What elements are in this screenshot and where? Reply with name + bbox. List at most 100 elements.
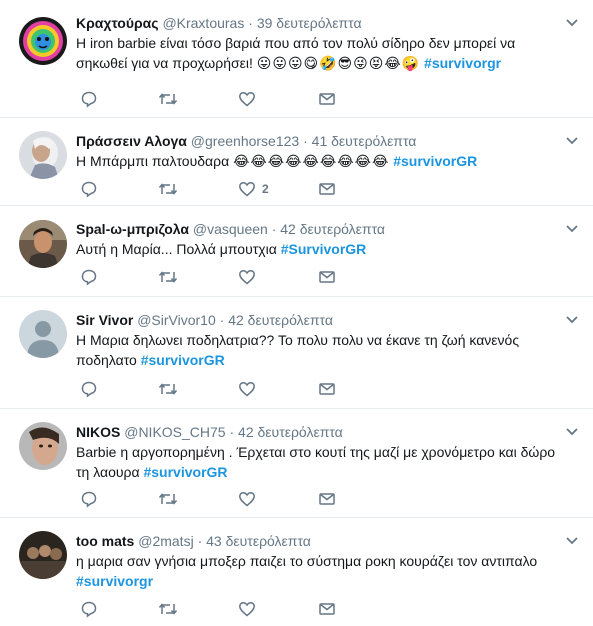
separator: ·	[248, 15, 253, 31]
timestamp[interactable]: 41 δευτερόλεπτα	[312, 133, 417, 149]
hashtag-link[interactable]: #survivorGR	[143, 464, 227, 480]
tweet-header: too mats @2matsj · 43 δευτερόλεπτα	[76, 532, 311, 550]
tweet-actions	[76, 599, 376, 619]
username[interactable]: @Kraxtouras	[162, 15, 244, 31]
chevron-down-icon[interactable]	[565, 427, 579, 437]
timestamp[interactable]: 42 δευτερόλεπτα	[228, 312, 333, 328]
direct-message-icon	[319, 383, 335, 395]
username[interactable]: @vasqueen	[193, 221, 268, 237]
tweet-actions	[76, 379, 376, 399]
direct-message-icon	[319, 271, 335, 283]
timestamp[interactable]: 42 δευτερόλεπτα	[280, 221, 385, 237]
emoji-group: 😂😂😂😂😂😂😂😂😂	[233, 153, 390, 169]
direct-message-button[interactable]	[318, 89, 336, 109]
tweet-body: Η Μπάρμπι παλτουδαρα	[76, 153, 230, 169]
like-button[interactable]	[238, 379, 262, 399]
tweet-text: Barbie η αργοπορημένη . Έρχεται στο κουτ…	[76, 442, 566, 482]
reply-button[interactable]	[80, 489, 98, 509]
like-button[interactable]	[238, 489, 262, 509]
username[interactable]: @2matsj	[138, 533, 193, 549]
reply-icon	[81, 91, 97, 108]
reply-button[interactable]	[80, 599, 98, 619]
person-photo-icon	[19, 131, 67, 179]
retweet-button[interactable]	[158, 379, 178, 399]
username[interactable]: @greenhorse123	[191, 133, 299, 149]
reply-icon	[81, 601, 97, 618]
username[interactable]: @NIKOS_CH75	[124, 424, 225, 440]
retweet-icon	[158, 93, 178, 105]
timestamp[interactable]: 43 δευτερόλεπτα	[206, 533, 311, 549]
reply-icon	[81, 269, 97, 286]
direct-message-icon	[319, 183, 335, 195]
retweet-button[interactable]	[158, 599, 178, 619]
display-name[interactable]: Κραχτούρας	[76, 15, 159, 31]
tweet-text: η μαρια σαν γνήσια μποξερ παιζει το σύστ…	[76, 551, 566, 591]
direct-message-icon	[319, 603, 335, 615]
direct-message-button[interactable]	[318, 267, 336, 287]
display-name[interactable]: Sir Vivor	[76, 312, 133, 328]
tweet[interactable]: Κραχτούρας @Kraxtouras · 39 δευτερόλεπτα…	[0, 0, 593, 118]
like-count: 2	[262, 182, 269, 196]
retweet-button[interactable]	[158, 89, 178, 109]
tweet-actions	[76, 267, 376, 287]
chevron-down-icon[interactable]	[565, 18, 579, 28]
display-name[interactable]: Πράσσειν Αλογα	[76, 133, 187, 149]
direct-message-button[interactable]	[318, 379, 336, 399]
like-icon	[239, 601, 255, 617]
tweet-body: η μαρια σαν γνήσια μποξερ παιζει το σύστ…	[76, 553, 538, 569]
reply-button[interactable]	[80, 89, 98, 109]
tweet[interactable]: Πράσσειν Αλογα @greenhorse123 · 41 δευτε…	[0, 118, 593, 206]
retweet-button[interactable]	[158, 179, 178, 199]
retweet-button[interactable]	[158, 267, 178, 287]
like-button[interactable]: 2	[238, 179, 269, 199]
chevron-down-icon[interactable]	[565, 315, 579, 325]
tweet-actions	[76, 89, 376, 109]
display-name[interactable]: too mats	[76, 533, 134, 549]
like-button[interactable]	[238, 89, 262, 109]
display-name[interactable]: Spal-ω-μπριζολα	[76, 221, 189, 237]
retweet-icon	[158, 183, 178, 195]
direct-message-button[interactable]	[318, 179, 336, 199]
avatar[interactable]	[19, 220, 67, 268]
retweet-icon	[158, 383, 178, 395]
avatar[interactable]	[19, 422, 67, 470]
hashtag-link[interactable]: #survivorGR	[141, 352, 225, 368]
like-button[interactable]	[238, 267, 262, 287]
timestamp[interactable]: 42 δευτερόλεπτα	[238, 424, 343, 440]
separator: ·	[229, 424, 235, 440]
direct-message-icon	[319, 493, 335, 505]
tweet-timeline: Κραχτούρας @Kraxtouras · 39 δευτερόλεπτα…	[0, 0, 593, 626]
tweet-body: Αυτή η Μαρία... Πολλά μπουτχια	[76, 241, 277, 257]
direct-message-button[interactable]	[318, 599, 336, 619]
avatar[interactable]	[19, 131, 67, 179]
retweet-icon	[158, 603, 178, 615]
hashtag-link[interactable]: #SurvivorGR	[281, 241, 367, 257]
default-profile-icon	[19, 310, 67, 358]
username[interactable]: @SirVivor10	[137, 312, 216, 328]
tweet-header: NIKOS @NIKOS_CH75 · 42 δευτερόλεπτα	[76, 423, 343, 441]
tweet[interactable]: NIKOS @NIKOS_CH75 · 42 δευτερόλεπτα Barb…	[0, 409, 593, 518]
hashtag-link[interactable]: #survivorgr	[424, 55, 501, 71]
reply-icon	[81, 181, 97, 198]
tweet[interactable]: Sir Vivor @SirVivor10 · 42 δευτερόλεπτα …	[0, 297, 593, 409]
timestamp[interactable]: 39 δευτερόλεπτα	[257, 15, 362, 31]
colorful-lion-icon	[19, 17, 67, 65]
like-button[interactable]	[238, 599, 262, 619]
reply-button[interactable]	[80, 267, 98, 287]
chevron-down-icon[interactable]	[565, 224, 579, 234]
tweet[interactable]: Spal-ω-μπριζολα @vasqueen · 42 δευτερόλε…	[0, 206, 593, 297]
direct-message-button[interactable]	[318, 489, 336, 509]
chevron-down-icon[interactable]	[565, 536, 579, 546]
display-name[interactable]: NIKOS	[76, 424, 120, 440]
hashtag-link[interactable]: #survivorgr	[76, 573, 153, 589]
avatar[interactable]	[19, 531, 67, 579]
tweet-actions: 2	[76, 179, 376, 199]
retweet-button[interactable]	[158, 489, 178, 509]
hashtag-link[interactable]: #survivorGR	[393, 153, 477, 169]
reply-button[interactable]	[80, 179, 98, 199]
chevron-down-icon[interactable]	[565, 136, 579, 146]
avatar[interactable]	[19, 310, 67, 358]
avatar[interactable]	[19, 17, 67, 65]
tweet[interactable]: too mats @2matsj · 43 δευτερόλεπτα η μαρ…	[0, 518, 593, 626]
reply-button[interactable]	[80, 379, 98, 399]
